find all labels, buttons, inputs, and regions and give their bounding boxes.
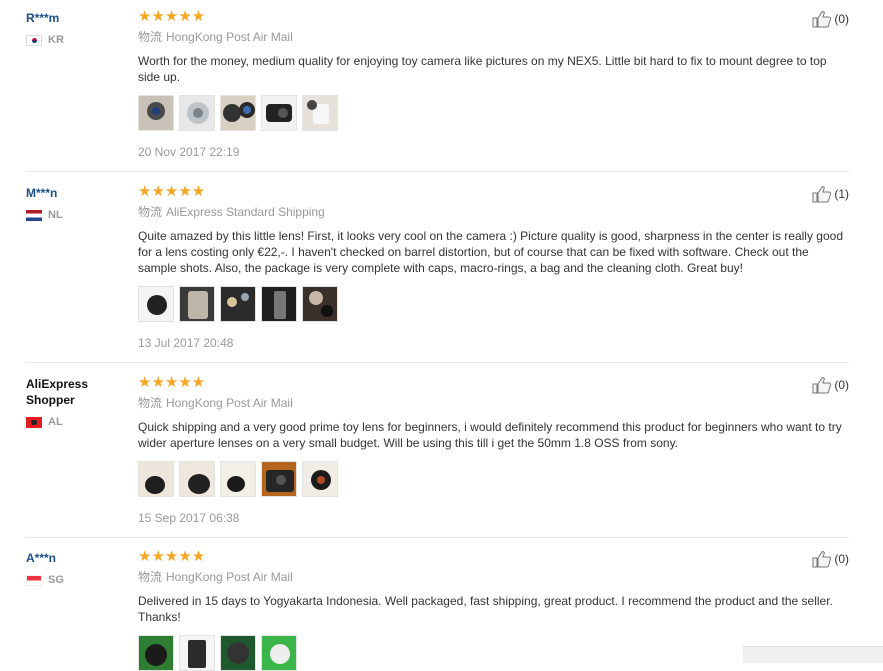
review-photos [138, 461, 849, 497]
shipping-method: 物流 HongKong Post Air Mail [138, 28, 849, 45]
review-photo[interactable] [138, 635, 174, 671]
kr-flag-icon [26, 34, 42, 46]
thumbs-up-icon [812, 551, 832, 568]
shipping-tag: 物流 [138, 30, 163, 44]
review-photo[interactable] [179, 635, 215, 671]
country-code: NL [48, 209, 63, 221]
review-content: ★★★★★ 物流 AliExpress Standard Shipping Qui… [138, 183, 849, 350]
reviewer-country: KR [26, 34, 126, 46]
shipping-method: 物流 HongKong Post Air Mail [138, 394, 849, 411]
reviewer-info: M***n NL [26, 185, 126, 221]
review-text: Quite amazed by this little lens! First,… [138, 229, 843, 275]
shipping-method: 物流 AliExpress Standard Shipping [138, 203, 849, 220]
divider [26, 362, 849, 363]
al-flag-icon [26, 416, 42, 428]
review-item: R***m KR ★★★★★ 物流 HongKong Post Air Mail … [0, 0, 849, 172]
review-photos [138, 95, 849, 131]
review-photo[interactable] [179, 461, 215, 497]
review-photo[interactable] [220, 95, 256, 131]
reviewer-info: A***n SG [26, 550, 126, 586]
reviewer-name: M***n [26, 186, 58, 200]
reviewer-info: R***m KR [26, 10, 126, 46]
reviewer-info: AliExpress Shopper AL [26, 376, 126, 428]
star-rating: ★★★★★ [138, 8, 206, 25]
review-item: A***n SG ★★★★★ 物流 HongKong Post Air Mail … [0, 540, 849, 671]
country-code: SG [48, 574, 64, 586]
shipping-tag: 物流 [138, 570, 163, 584]
helpful-count: (0) [834, 378, 849, 392]
review-photo[interactable] [179, 286, 215, 322]
review-photo[interactable] [302, 286, 338, 322]
review-photo[interactable] [220, 635, 256, 671]
reviewer-name: R***m [26, 11, 60, 25]
nl-flag-icon [26, 209, 42, 221]
shipping-name: HongKong Post Air Mail [166, 30, 293, 44]
review-date: 20 Nov 2017 22:19 [138, 145, 240, 159]
helpful-count: (0) [834, 552, 849, 566]
review-photo[interactable] [261, 461, 297, 497]
review-photo[interactable] [261, 286, 297, 322]
review-text: Worth for the money, medium quality for … [138, 54, 827, 84]
review-photo[interactable] [302, 95, 338, 131]
review-photo[interactable] [138, 286, 174, 322]
review-photos [138, 286, 849, 322]
shipping-tag: 物流 [138, 205, 163, 219]
reviewer-country: NL [26, 209, 126, 221]
shipping-name: HongKong Post Air Mail [166, 570, 293, 584]
reviewer-country: SG [26, 574, 126, 586]
review-photo[interactable] [220, 461, 256, 497]
star-rating: ★★★★★ [138, 183, 206, 200]
review-content: ★★★★★ 物流 HongKong Post Air Mail Quick shi… [138, 374, 849, 525]
review-date: 15 Sep 2017 06:38 [138, 511, 240, 525]
country-code: KR [48, 34, 64, 46]
review-item: M***n NL ★★★★★ 物流 AliExpress Standard Shi… [0, 175, 849, 363]
helpful-button[interactable]: (0) [812, 376, 849, 394]
thumbs-up-icon [812, 11, 832, 28]
review-photo[interactable] [138, 461, 174, 497]
helpful-button[interactable]: (0) [812, 550, 849, 568]
divider [26, 171, 849, 172]
review-photo[interactable] [261, 95, 297, 131]
shipping-method: 物流 HongKong Post Air Mail [138, 568, 849, 585]
divider [26, 537, 849, 538]
review-content: ★★★★★ 物流 HongKong Post Air Mail Worth for… [138, 8, 849, 159]
star-rating: ★★★★★ [138, 548, 206, 565]
shipping-name: AliExpress Standard Shipping [166, 205, 325, 219]
helpful-button[interactable]: (1) [812, 185, 849, 203]
star-rating: ★★★★★ [138, 374, 206, 391]
review-text: Delivered in 15 days to Yogyakarta Indon… [138, 594, 833, 624]
helpful-count: (0) [834, 12, 849, 26]
review-date: 13 Jul 2017 20:48 [138, 336, 234, 350]
review-photo[interactable] [261, 635, 297, 671]
reviewer-name: A***n [26, 551, 57, 565]
sg-flag-icon [26, 574, 42, 586]
reviewer-name: AliExpress Shopper [26, 377, 89, 407]
reviewer-country: AL [26, 416, 126, 428]
thumbs-up-icon [812, 186, 832, 203]
helpful-count: (1) [834, 187, 849, 201]
shipping-name: HongKong Post Air Mail [166, 396, 293, 410]
bottom-bar [743, 646, 883, 663]
review-item: AliExpress Shopper AL ★★★★★ 物流 HongKong P… [0, 366, 849, 538]
review-photo[interactable] [220, 286, 256, 322]
review-photo[interactable] [138, 95, 174, 131]
review-photo[interactable] [302, 461, 338, 497]
shipping-tag: 物流 [138, 396, 163, 410]
review-text: Quick shipping and a very good prime toy… [138, 420, 842, 450]
review-photo[interactable] [179, 95, 215, 131]
thumbs-up-icon [812, 377, 832, 394]
helpful-button[interactable]: (0) [812, 10, 849, 28]
country-code: AL [48, 416, 63, 428]
